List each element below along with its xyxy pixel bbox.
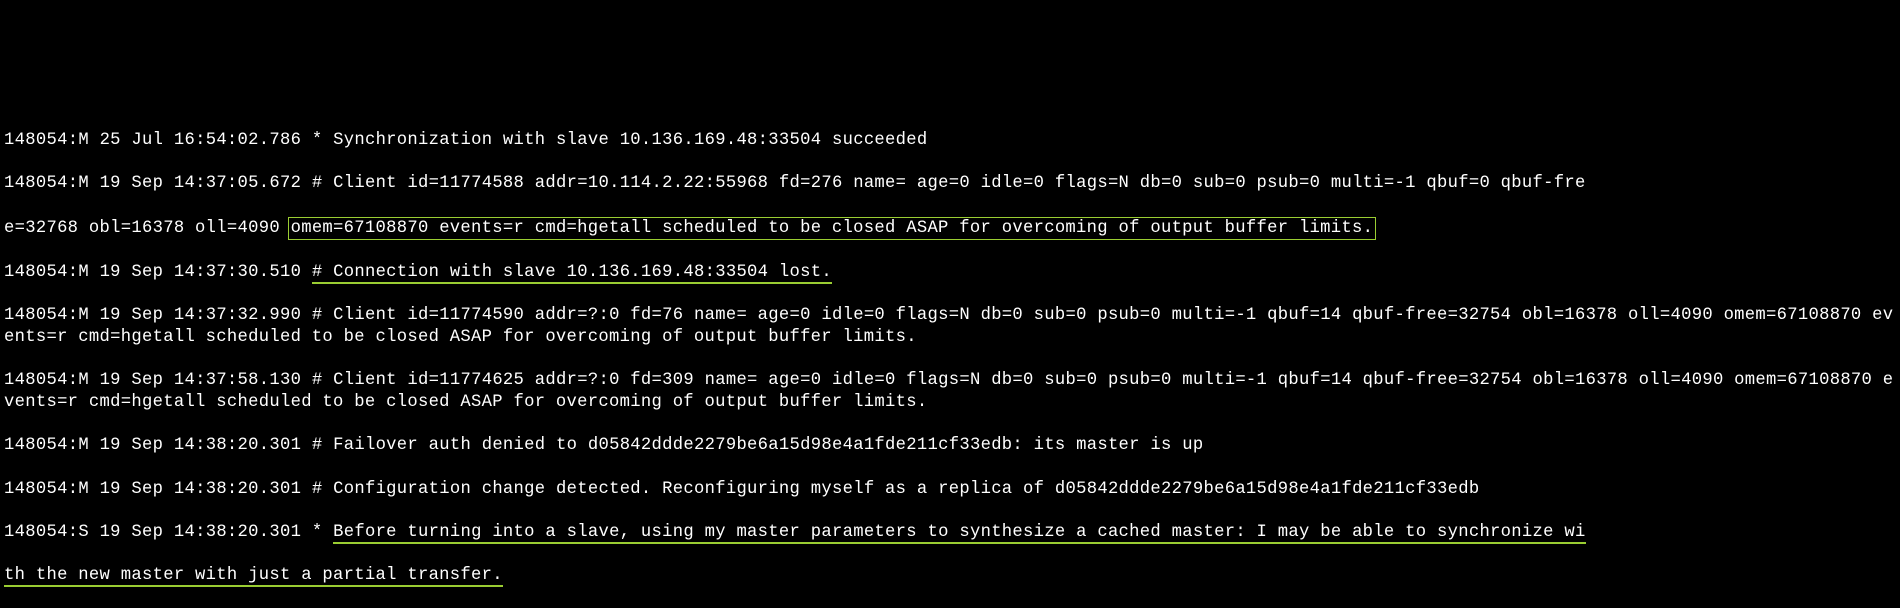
log-prefix: 148054 [4, 131, 68, 150]
log-sep: # [312, 371, 323, 390]
log-msg-underlined: Before turning into a slave, using my ma… [333, 523, 1585, 542]
log-role: M [78, 480, 89, 499]
log-line-wrap: th the new master with just a partial tr… [4, 565, 1896, 587]
log-role: M [78, 371, 89, 390]
log-role: M [78, 436, 89, 455]
log-sep: # [312, 436, 323, 455]
log-line-wrap: e=32768 obl=16378 oll=4090 omem=67108870… [4, 217, 1896, 241]
log-prefix: 148054 [4, 523, 68, 542]
log-ts: 19 Sep 14:38:20.301 [100, 480, 302, 499]
log-line: 148054:M 19 Sep 14:38:20.301 # Configura… [4, 479, 1896, 501]
log-role: M [78, 263, 89, 282]
log-ts: 19 Sep 14:37:58.130 [100, 371, 302, 390]
log-line: 148054:M 19 Sep 14:38:20.301 # Failover … [4, 435, 1896, 457]
log-ts: 19 Sep 14:38:20.301 [100, 436, 302, 455]
log-prefix: 148054 [4, 436, 68, 455]
log-prefix: 148054 [4, 480, 68, 499]
log-sep: * [312, 523, 323, 542]
log-msg: Synchronization with slave 10.136.169.48… [333, 131, 927, 150]
log-line: 148054:M 19 Sep 14:37:05.672 # Client id… [4, 173, 1896, 195]
log-line: 148054:M 25 Jul 16:54:02.786 * Synchroni… [4, 130, 1896, 152]
log-msg-part: e=32768 obl=16378 oll=4090 [4, 219, 291, 238]
log-sep: # [312, 306, 323, 325]
highlight-underline: # Connection with slave 10.136.169.48:33… [312, 263, 832, 284]
log-prefix: 148054 [4, 306, 68, 325]
log-line: 148054:M 19 Sep 14:37:32.990 # Client id… [4, 305, 1896, 348]
log-sep: # [312, 263, 323, 282]
log-role: M [78, 131, 89, 150]
log-sep: # [312, 480, 323, 499]
terminal-output: 148054:M 25 Jul 16:54:02.786 * Synchroni… [0, 108, 1900, 608]
log-sep: * [312, 131, 323, 150]
log-ts: 19 Sep 14:38:20.301 [100, 523, 302, 542]
log-sep: # [312, 174, 323, 193]
log-line: 148054:M 19 Sep 14:37:30.510 # Connectio… [4, 262, 1896, 284]
log-ts: 19 Sep 14:37:32.990 [100, 306, 302, 325]
log-msg: Configuration change detected. Reconfigu… [333, 480, 1479, 499]
log-role: S [78, 523, 89, 542]
highlight-box: omem=67108870 events=r cmd=hgetall sched… [288, 217, 1377, 241]
log-msg: Failover auth denied to d05842ddde2279be… [333, 436, 1203, 455]
log-prefix: 148054 [4, 263, 68, 282]
log-msg-part: Client id=11774588 addr=10.114.2.22:5596… [333, 174, 1585, 193]
log-prefix: 148054 [4, 371, 68, 390]
log-ts: 19 Sep 14:37:30.510 [100, 263, 302, 282]
log-ts: 19 Sep 14:37:05.672 [100, 174, 302, 193]
log-msg-underlined: th the new master with just a partial tr… [4, 566, 503, 585]
log-msg-highlighted: omem=67108870 events=r cmd=hgetall sched… [291, 219, 1374, 238]
highlight-underline: Before turning into a slave, using my ma… [333, 523, 1585, 544]
log-line: 148054:M 19 Sep 14:37:58.130 # Client id… [4, 370, 1896, 413]
highlight-underline: th the new master with just a partial tr… [4, 566, 503, 587]
log-msg-underlined: Connection with slave 10.136.169.48:3350… [333, 263, 832, 282]
log-ts: 25 Jul 16:54:02.786 [100, 131, 302, 150]
log-prefix: 148054 [4, 174, 68, 193]
log-role: M [78, 174, 89, 193]
log-line: 148054:S 19 Sep 14:38:20.301 * Before tu… [4, 522, 1896, 544]
log-role: M [78, 306, 89, 325]
